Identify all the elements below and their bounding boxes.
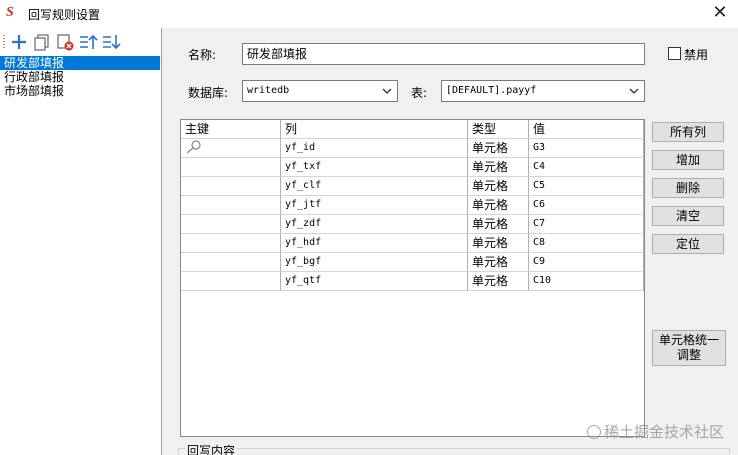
table-cell-value[interactable]: C5 bbox=[529, 177, 644, 196]
add-rule-button[interactable] bbox=[9, 32, 29, 52]
locate-button[interactable]: 定位 bbox=[652, 234, 724, 254]
table-cell-value[interactable]: C9 bbox=[529, 253, 644, 272]
unify-cells-label-line2: 调整 bbox=[676, 348, 701, 362]
table-cell-key[interactable] bbox=[181, 272, 281, 291]
watermark: 稀土掘金技术社区 bbox=[587, 421, 724, 442]
table-cell-column[interactable]: yf_qtf bbox=[281, 272, 468, 291]
table-cell-type[interactable]: 单元格 bbox=[468, 139, 529, 158]
chevron-down-icon bbox=[382, 88, 392, 94]
delete-icon bbox=[57, 34, 74, 51]
writeback-group-label: 回写内容 bbox=[185, 442, 238, 455]
name-label: 名称: bbox=[188, 48, 217, 62]
table-cell-column[interactable]: yf_hdf bbox=[281, 234, 468, 253]
app-logo-icon: S bbox=[6, 5, 14, 20]
move-up-icon bbox=[80, 34, 98, 49]
delete-rule-button[interactable] bbox=[55, 32, 75, 52]
table-cell-type[interactable]: 单元格 bbox=[468, 177, 529, 196]
move-down-button[interactable] bbox=[101, 32, 121, 52]
copy-icon bbox=[34, 34, 49, 51]
mapping-grid: 主键 列 类型 值 yf_id 单元格 G3 yf_txf 单元格 C4 yf_clf 单元格… bbox=[180, 119, 645, 437]
table-cell-key[interactable] bbox=[181, 215, 281, 234]
rule-list-item[interactable]: 市场部填报 bbox=[0, 84, 161, 98]
table-cell-value[interactable]: C10 bbox=[529, 272, 644, 291]
table-cell-column[interactable]: yf_clf bbox=[281, 177, 468, 196]
column-header-value[interactable]: 值 bbox=[529, 120, 644, 139]
table-cell-key[interactable] bbox=[181, 177, 281, 196]
delete-row-button[interactable]: 删除 bbox=[652, 178, 724, 198]
add-row-button[interactable]: 增加 bbox=[652, 150, 724, 170]
rule-list-item[interactable]: 研发部填报 bbox=[0, 56, 160, 70]
table-cell-value[interactable]: C6 bbox=[529, 196, 644, 215]
table-cell-value[interactable]: C7 bbox=[529, 215, 644, 234]
table-cell-key[interactable] bbox=[181, 196, 281, 215]
table-cell-key[interactable] bbox=[181, 158, 281, 177]
all-columns-button[interactable]: 所有列 bbox=[652, 122, 724, 142]
column-header-column[interactable]: 列 bbox=[281, 120, 468, 139]
rule-list-item[interactable]: 行政部填报 bbox=[0, 70, 161, 84]
column-header-type[interactable]: 类型 bbox=[468, 120, 529, 139]
table-cell-type[interactable]: 单元格 bbox=[468, 215, 529, 234]
disabled-checkbox[interactable] bbox=[668, 47, 681, 60]
table-cell-type[interactable]: 单元格 bbox=[468, 272, 529, 291]
table-cell-type[interactable]: 单元格 bbox=[468, 234, 529, 253]
watermark-text: 稀土掘金技术社区 bbox=[604, 423, 725, 441]
unify-cells-button[interactable]: 单元格统一 调整 bbox=[652, 330, 726, 366]
table-select[interactable]: [DEFAULT].payyf bbox=[441, 80, 645, 102]
chevron-down-icon bbox=[629, 88, 639, 94]
column-header-key[interactable]: 主键 bbox=[181, 120, 281, 139]
table-cell-column[interactable]: yf_id bbox=[281, 139, 468, 158]
move-down-icon bbox=[103, 35, 121, 50]
window-title: 回写规则设置 bbox=[28, 8, 101, 22]
rule-toolbar bbox=[0, 28, 162, 56]
table-cell-value[interactable]: C8 bbox=[529, 234, 644, 253]
table-cell-key[interactable] bbox=[181, 139, 281, 158]
table-cell-value[interactable]: G3 bbox=[529, 139, 644, 158]
grid-header: 主键 列 类型 值 bbox=[181, 120, 644, 139]
move-up-button[interactable] bbox=[78, 32, 98, 52]
add-icon bbox=[12, 35, 26, 49]
disabled-label: 禁用 bbox=[684, 48, 709, 62]
database-select[interactable]: writedb bbox=[242, 80, 398, 102]
rule-list: 研发部填报 行政部填报 市场部填报 bbox=[0, 56, 161, 98]
table-cell-column[interactable]: yf_zdf bbox=[281, 215, 468, 234]
primary-key-icon bbox=[186, 140, 201, 154]
writeback-group-border bbox=[178, 448, 730, 455]
table-cell-type[interactable]: 单元格 bbox=[468, 253, 529, 272]
unify-cells-label-line1: 单元格统一 bbox=[658, 333, 719, 347]
table-cell-column[interactable]: yf_bgf bbox=[281, 253, 468, 272]
close-button[interactable]: ✕ bbox=[702, 0, 738, 28]
table-cell-column[interactable]: yf_txf bbox=[281, 158, 468, 177]
copy-rule-button[interactable] bbox=[32, 32, 52, 52]
title-bar: S 回写规则设置 ✕ bbox=[0, 0, 738, 28]
table-cell-value[interactable]: C4 bbox=[529, 158, 644, 177]
table-cell-type[interactable]: 单元格 bbox=[468, 196, 529, 215]
clear-button[interactable]: 清空 bbox=[652, 206, 724, 226]
watermark-logo-icon bbox=[587, 425, 601, 439]
table-cell-key[interactable] bbox=[181, 253, 281, 272]
database-value: writedb bbox=[247, 85, 290, 96]
rule-list-panel: 研发部填报 行政部填报 市场部填报 bbox=[0, 28, 162, 455]
database-label: 数据库: bbox=[188, 86, 229, 100]
table-cell-column[interactable]: yf_jtf bbox=[281, 196, 468, 215]
table-value: [DEFAULT].payyf bbox=[446, 85, 537, 96]
table-cell-key[interactable] bbox=[181, 234, 281, 253]
name-input[interactable]: 研发部填报 bbox=[242, 43, 645, 65]
toolbar-grip bbox=[3, 35, 5, 49]
table-label: 表: bbox=[411, 86, 428, 100]
table-cell-type[interactable]: 单元格 bbox=[468, 158, 529, 177]
